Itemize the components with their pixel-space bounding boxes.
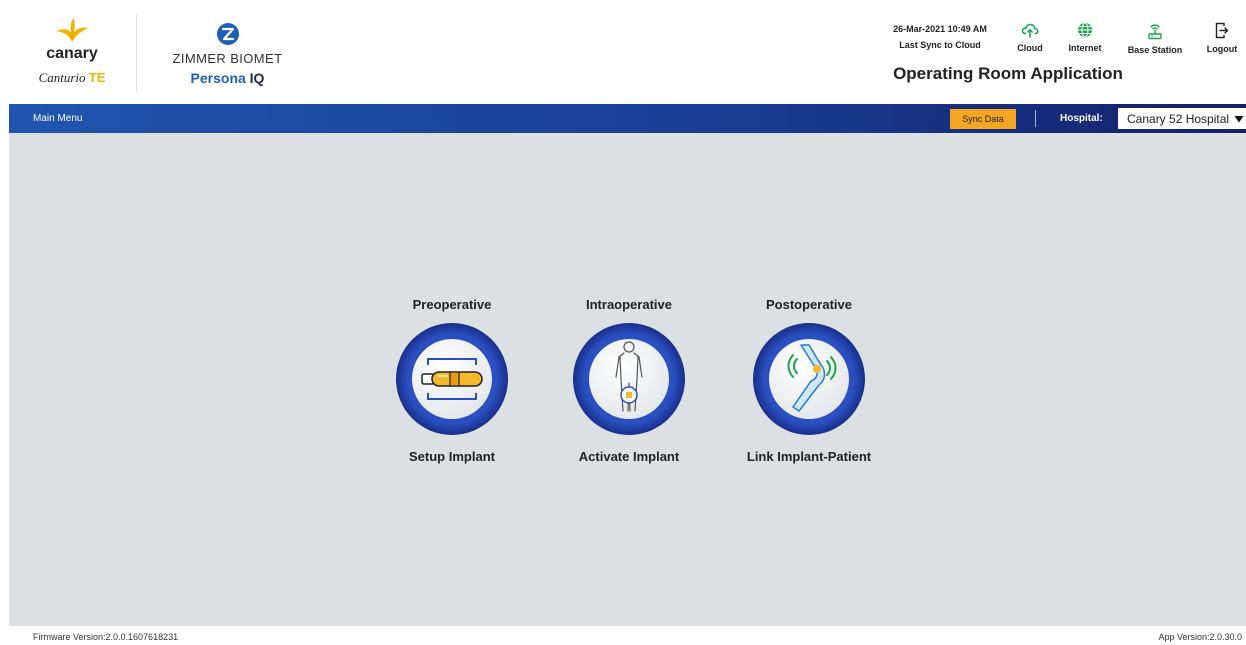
zimmer-biomet-text: ZIMMER BIOMET <box>172 51 283 66</box>
logout-icon <box>1215 22 1229 39</box>
persona-iq-text: Persona IQ <box>160 70 295 86</box>
canary-logo: canary Canturio TE <box>22 18 122 96</box>
nav-bar: Main Menu Sync Data Hospital: Canary 52 … <box>9 104 1246 133</box>
cloud-status: Cloud <box>1013 22 1047 53</box>
body-outline-icon <box>573 323 685 435</box>
header: canary Canturio TE ZIMMER BIOMET Persona… <box>0 0 1246 104</box>
firmware-version: Firmware Version:2.0.0.1607618231 <box>33 632 179 642</box>
zimmer-biomet-logo: ZIMMER BIOMET Persona IQ <box>160 22 295 98</box>
zimmer-z-icon <box>216 23 239 45</box>
intraoperative-title: Intraoperative <box>586 297 672 312</box>
canary-brand-text: canary <box>46 45 98 62</box>
preoperative-title: Preoperative <box>412 297 492 312</box>
link-implant-patient-label: Link Implant-Patient <box>746 449 872 464</box>
intraoperative-tile[interactable]: Intraoperative Activate Implant <box>554 297 704 467</box>
postoperative-tile[interactable]: Postoperative Link Implant-Patient <box>734 297 884 467</box>
postoperative-title: Postoperative <box>766 297 852 312</box>
canary-product-name: Canturio <box>38 70 86 85</box>
setup-implant-label: Setup Implant <box>409 449 495 464</box>
base-station-label: Base Station <box>1127 45 1183 55</box>
app-title: Operating Room Application <box>893 64 1123 83</box>
logout-button[interactable]: Logout <box>1202 22 1242 54</box>
main-content: Preoperative Setup Implant Intraoperativ… <box>9 133 1246 626</box>
preoperative-tile[interactable]: Preoperative Setup Implant <box>377 297 527 467</box>
persona-name: Persona <box>190 70 246 86</box>
hospital-label: Hospital: <box>1060 113 1103 124</box>
logout-label: Logout <box>1206 44 1238 54</box>
implant-device-icon <box>396 323 508 435</box>
app-version: App Version:2.0.30.0 <box>1158 632 1242 642</box>
dropdown-caret-icon <box>1234 116 1244 123</box>
hospital-value: Canary 52 Hospital <box>1127 112 1230 126</box>
datetime-text: 26-Mar-2021 10:49 AM <box>893 24 987 34</box>
persona-suffix: IQ <box>249 70 265 86</box>
footer: Firmware Version:2.0.0.1607618231 App Ve… <box>0 626 1246 645</box>
globe-icon <box>1078 22 1092 38</box>
canary-product-text: Canturio TE <box>22 69 122 87</box>
cloud-upload-icon <box>1021 23 1039 38</box>
main-menu-link[interactable]: Main Menu <box>33 113 82 124</box>
header-divider <box>136 14 137 92</box>
sync-data-button[interactable]: Sync Data <box>950 109 1016 129</box>
internet-status: Internet <box>1064 22 1106 53</box>
canary-bird-icon <box>56 18 88 42</box>
last-sync-text: Last Sync to Cloud <box>899 40 981 50</box>
canary-product-suffix: TE <box>88 70 106 85</box>
internet-label: Internet <box>1068 43 1102 53</box>
nav-separator <box>1035 110 1036 127</box>
app-window: canary Canturio TE ZIMMER BIOMET Persona… <box>0 0 1246 645</box>
activate-implant-label: Activate Implant <box>578 449 680 464</box>
hospital-select[interactable]: Canary 52 Hospital <box>1118 108 1246 129</box>
base-station-status: Base Station <box>1124 22 1186 55</box>
knee-signal-icon <box>753 323 865 435</box>
cloud-label: Cloud <box>1017 43 1043 53</box>
base-station-icon <box>1148 24 1162 40</box>
